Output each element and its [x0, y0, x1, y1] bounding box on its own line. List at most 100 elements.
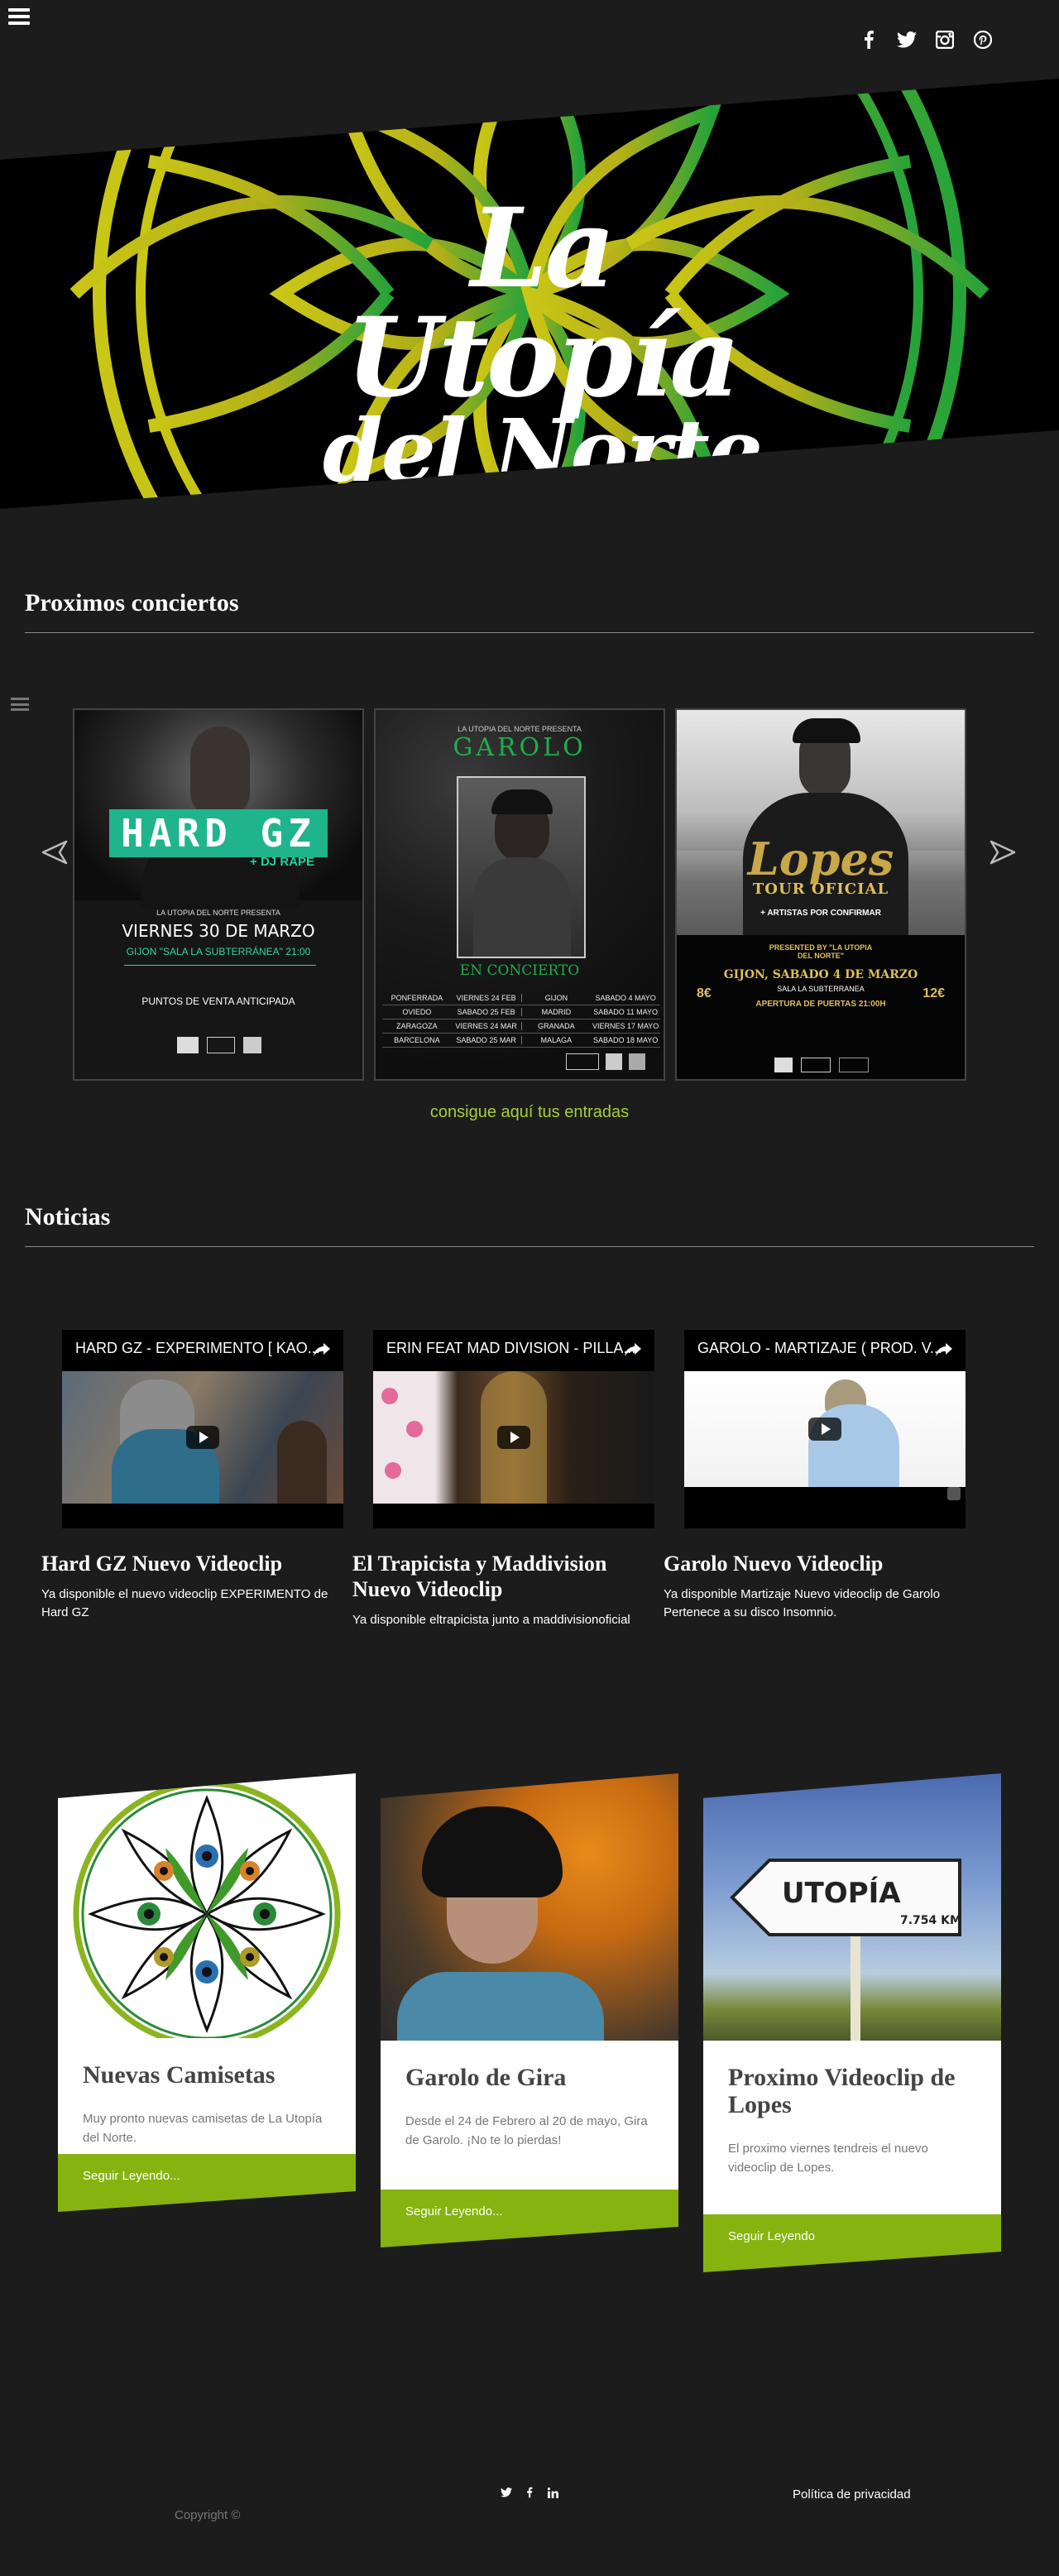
concert-poster-hard-gz[interactable]: HARD GZ + DJ RAPE LA UTOPIA DEL NORTE PR… [73, 708, 364, 1081]
card-image-utopia-sign: UTOPÍA 7.754 KM [703, 1773, 1001, 2041]
news-text: Ya disponible eltrapicista junto a maddi… [352, 1613, 630, 1627]
concerts-heading: Proximos conciertos [25, 589, 1034, 633]
tour-date-row: OVIEDO SABADO 25 FEB MADRID SABADO 11 MAYO [382, 1005, 660, 1019]
poster-photo-frame [457, 776, 586, 958]
concert-poster-lopes[interactable]: Lopes TOUR OFICIAL + ARTISTAS POR CONFIR… [675, 708, 966, 1081]
linkedin-icon[interactable] [547, 2487, 558, 2498]
share-icon[interactable] [312, 1340, 332, 1360]
tour-date-cell: OVIEDO [402, 1008, 432, 1016]
tour-date-cell: VIERNES 24 MAR [452, 1022, 522, 1030]
news-heading: Noticias [25, 1203, 1034, 1247]
copyright-text: Copyright © [175, 2508, 241, 2522]
video-thumbnail [373, 1371, 654, 1504]
facebook-icon[interactable] [524, 2487, 535, 2498]
card-title[interactable]: Garolo de Gira [405, 2064, 654, 2091]
card-text: El proximo viernes tendreis el nuevo vid… [728, 2142, 928, 2175]
video-watermark-icon [947, 1487, 961, 1500]
twitter-icon[interactable] [501, 2487, 512, 2498]
menu-bar [8, 15, 30, 18]
poster-artist-name: GAROLO [453, 733, 587, 762]
video-title: ERIN FEAT MAD DIVISION - PILLA... [373, 1330, 654, 1371]
share-icon[interactable] [623, 1340, 643, 1360]
poster-date: GIJON, SABADO 4 DE MARZO [723, 968, 918, 981]
poster-cap [793, 718, 860, 743]
tour-date-cell: SABADO 18 MAYO [592, 1036, 659, 1044]
play-button-icon[interactable] [497, 1426, 530, 1449]
privacy-policy-link[interactable]: Política de privacidad [793, 2487, 911, 2502]
video-embed-garolo[interactable]: GAROLO - MARTIZAJE ( PROD. V... [684, 1330, 966, 1528]
card-text: Muy pronto nuevas camisetas de La Utopía… [83, 2112, 323, 2145]
poster-date: VIERNES 30 DE MARZO [122, 921, 315, 941]
news-title[interactable]: Hard GZ Nuevo Videoclip [41, 1551, 347, 1576]
poster-sponsor-logos [161, 1037, 277, 1055]
hero-title-line2: del Norte [322, 400, 763, 501]
video-thumbnail [62, 1371, 343, 1504]
photo-shirt [397, 1972, 604, 2041]
sign-text: UTOPÍA [782, 1877, 901, 1910]
menu-bar [11, 698, 29, 700]
poster-tour-dates: PONFERRADA VIERNES 24 FEB GIJON SABADO 4 MA… [382, 991, 660, 1048]
poster-venue: GIJON "SALA LA SUBTERRÁNEA" 21:00 [126, 946, 311, 957]
read-more-button[interactable]: Seguir Leyendo [703, 2214, 1001, 2272]
social-links [859, 30, 993, 50]
video-thumbnail [684, 1371, 966, 1487]
poster-artist-name: HARD GZ [109, 809, 328, 857]
card-body: Proximo Videoclip de Lopes El proximo vi… [703, 2041, 1001, 2214]
tickets-link[interactable]: consigue aquí tus entradas [0, 1103, 1059, 1122]
poster-presented-by: PRESENTED BY "LA UTOPIA DEL NORTE" [769, 943, 873, 960]
facebook-icon[interactable] [859, 30, 879, 50]
hero-title-line1: La Utopía [345, 185, 740, 422]
tour-date-cell: GIJON [544, 994, 568, 1002]
poster-tour-label: TOUR OFICIAL [752, 880, 889, 898]
poster-doors: APERTURA DE PUERTAS 21:00H [755, 1000, 886, 1009]
colorful-mandala-icon [73, 1780, 341, 2038]
play-button-icon[interactable] [186, 1426, 219, 1449]
news-title[interactable]: El Trapicista y Maddivision Nuevo Videoc… [352, 1551, 659, 1602]
video-embed-erin-mad-division[interactable]: ERIN FEAT MAD DIVISION - PILLA... [373, 1330, 654, 1528]
read-more-button[interactable]: Seguir Leyendo... [58, 2154, 356, 2212]
menu-bar [8, 8, 30, 12]
tour-date-cell: ZARAGOZA [396, 1022, 438, 1030]
concert-poster-garolo[interactable]: LA UTOPIA DEL NORTE PRESENTA GAROLO EN C… [374, 708, 665, 1081]
poster-headline-box: HARD GZ [74, 809, 362, 857]
hamburger-menu-button[interactable] [8, 8, 30, 25]
poster-price-right: 12€ [922, 986, 945, 1000]
tour-date-cell: BARCELONA [394, 1036, 440, 1044]
poster-support-act: + DJ RAPE [250, 855, 314, 869]
menu-bar [11, 708, 29, 711]
side-menu-icon[interactable] [11, 698, 29, 711]
card-title[interactable]: Nuevas Camisetas [83, 2061, 331, 2089]
card-body: Nuevas Camisetas Muy pronto nuevas camis… [58, 2038, 356, 2154]
card-body: Garolo de Gira Desde el 24 de Febrero al… [381, 2041, 678, 2190]
news-text: Ya disponible el nuevo videoclip EXPERIM… [41, 1587, 328, 1619]
carousel-prev-arrow-icon[interactable] [40, 838, 68, 866]
photo-hat [422, 1806, 563, 1897]
share-icon[interactable] [934, 1340, 954, 1360]
carousel-next-arrow-icon[interactable] [990, 838, 1018, 866]
card-proximo-videoclip-lopes: UTOPÍA 7.754 KM Proximo Videoclip de Lop… [703, 1773, 1001, 2286]
play-button-icon[interactable] [808, 1418, 841, 1441]
video-embed-hard-gz[interactable]: HARD GZ - EXPERIMENTO [ KAO... [62, 1330, 343, 1528]
tour-date-cell: MALAGA [540, 1036, 573, 1044]
poster-price-left: 8€ [697, 986, 712, 1000]
tour-date-row: PONFERRADA VIERNES 24 FEB GIJON SABADO 4 MA… [382, 991, 660, 1005]
poster-face [190, 727, 250, 818]
poster-presenter: LA UTOPIA DEL NORTE PRESENTA [458, 725, 582, 733]
tour-date-cell: SABADO 4 MAYO [595, 994, 656, 1002]
sign-distance: 7.754 KM [900, 1914, 961, 1927]
hero-logo-title: La Utopía del Norte [285, 194, 798, 494]
card-title[interactable]: Proximo Videoclip de Lopes [728, 2064, 976, 2118]
footer-social-links [501, 2487, 558, 2498]
poster-sponsor-logos [774, 1058, 874, 1074]
poster-venue: SALA LA SUBTERRANEA [777, 985, 865, 993]
twitter-icon[interactable] [897, 30, 917, 50]
read-more-button[interactable]: Seguir Leyendo... [381, 2190, 678, 2247]
poster-sponsor-logos [566, 1053, 657, 1072]
poster-subtitle: EN CONCIERTO [459, 962, 580, 979]
menu-bar [8, 22, 30, 25]
tour-date-row: ZARAGOZA VIERNES 24 MAR GRANADA VIERNES 17 … [382, 1019, 660, 1034]
tour-date-cell: SABADO 11 MAYO [593, 1008, 658, 1016]
news-title[interactable]: Garolo Nuevo Videoclip [664, 1551, 970, 1576]
instagram-icon[interactable] [935, 30, 955, 50]
pinterest-icon[interactable] [973, 30, 993, 50]
